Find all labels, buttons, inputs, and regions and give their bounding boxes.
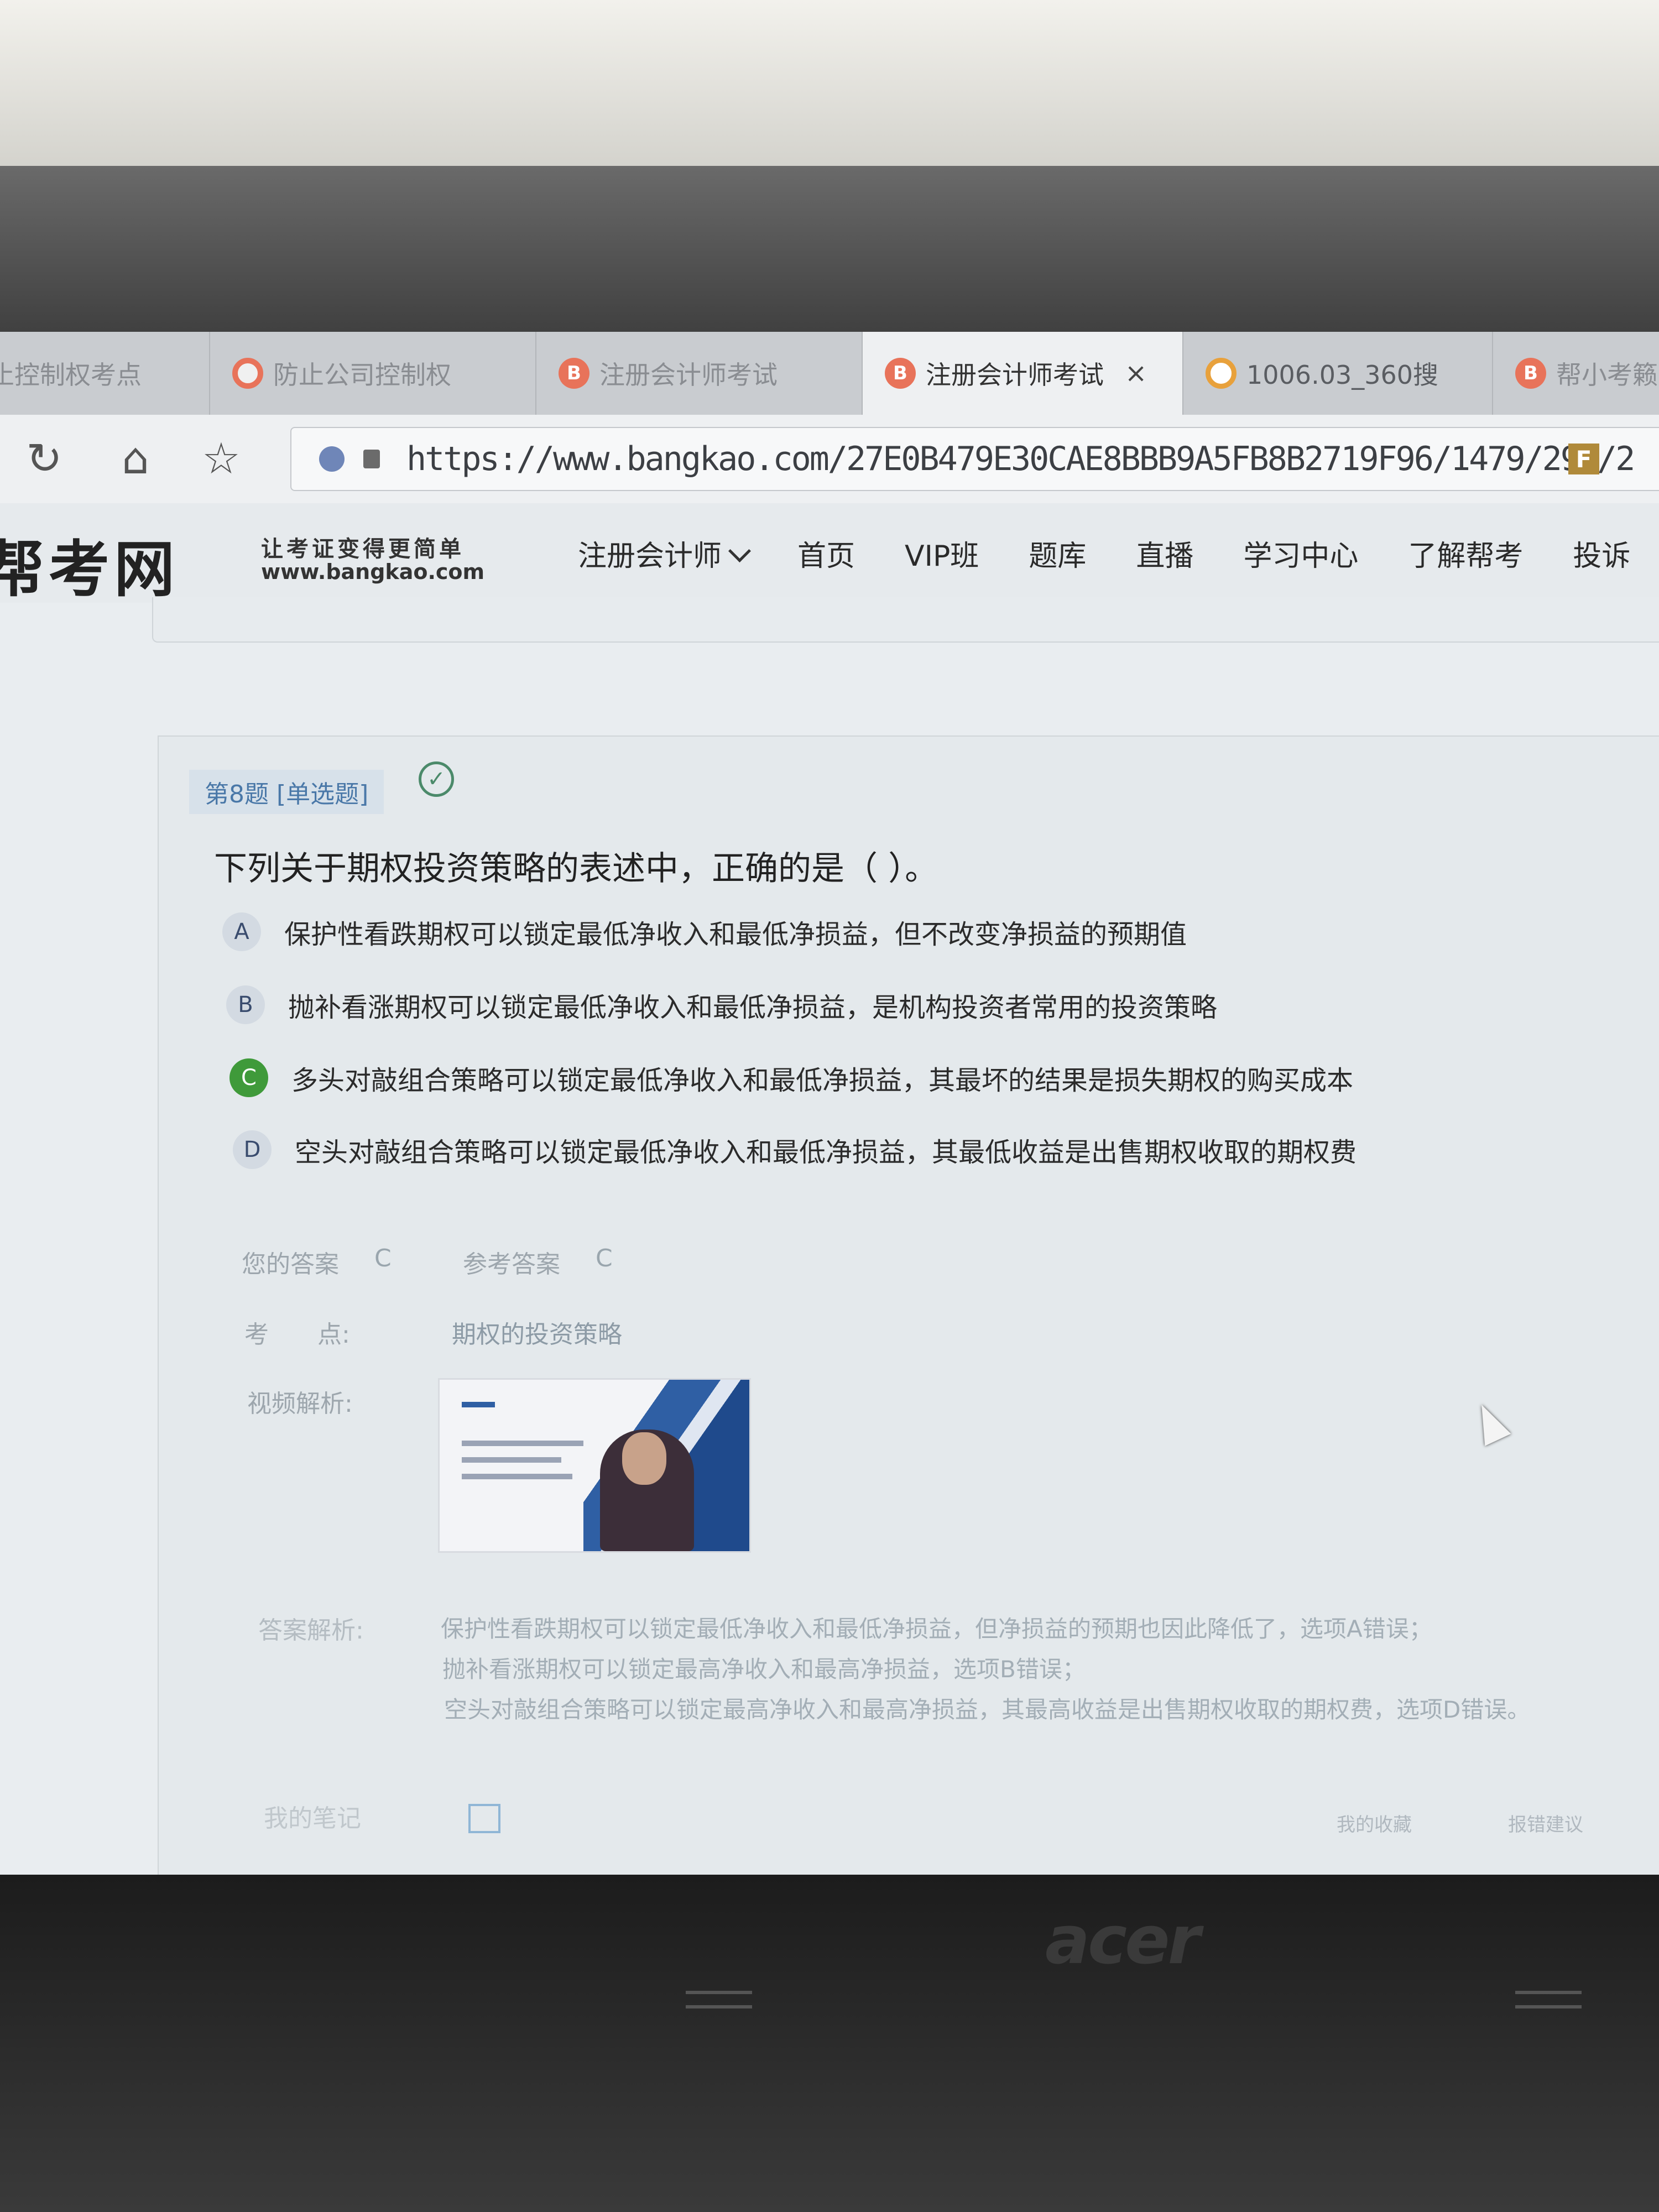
tab-label: 防止公司控制权 <box>273 360 451 390</box>
option-text: 抛补看涨期权可以锁定最低净收入和最低净损益，是机构投资者常用的投资策略 <box>288 992 1218 1023</box>
search-icon <box>1206 358 1237 389</box>
nav-item-vip[interactable]: VIP班 <box>905 533 979 574</box>
question-tag: 第8题 [单选题] <box>189 770 384 814</box>
reload-icon[interactable]: ↻ <box>19 434 69 484</box>
check-circle-icon: ✓ <box>419 761 454 797</box>
analysis-line-2: 抛补看涨期权可以锁定最高净收入和最高净损益，选项B错误； <box>442 1656 1086 1683</box>
extension-icon[interactable]: F <box>1568 444 1599 474</box>
knowledge-point-link[interactable]: 期权的投资策略 <box>452 1314 622 1350</box>
analysis-line-3: 空头对敲组合策略可以锁定最高净收入和最高净损益，其最高收益是出售期权收取的期权费… <box>444 1696 1531 1723</box>
previous-question-panel <box>152 597 1659 643</box>
your-answer-value: C <box>374 1244 392 1272</box>
knowledge-point-label: 考 点: <box>244 1321 350 1349</box>
laptop-brand-logo: acer <box>1045 1902 1201 1979</box>
hinge <box>686 1991 752 2008</box>
option-b[interactable]: B 抛补看涨期权可以锁定最低净收入和最低净损益，是机构投资者常用的投资策略 <box>226 985 1217 1024</box>
option-letter: B <box>226 985 265 1024</box>
edit-note-icon[interactable] <box>468 1804 500 1833</box>
nav-item-home[interactable]: 首页 <box>797 533 855 574</box>
nav-item-about[interactable]: 了解帮考 <box>1408 533 1523 574</box>
close-icon[interactable]: × <box>1125 358 1147 389</box>
video-thumbnail[interactable] <box>438 1378 751 1553</box>
chevron-down-icon <box>728 539 752 562</box>
lock-icon <box>363 450 380 468</box>
option-d[interactable]: D 空头对敲组合策略可以锁定最低净收入和最低净损益，其最低收益是出售期权收取的期… <box>233 1130 1357 1169</box>
question-card: 第8题 [单选题] ✓ 下列关于期权投资策略的表述中，正确的是（ ）。 A 保护… <box>158 735 1659 1875</box>
option-letter: A <box>222 912 261 951</box>
laptop-screen: 止控制权考点 防止公司控制权 B 注册会计师考试 B 注册会计师考试 × 100… <box>0 332 1659 1875</box>
main-nav: 注册会计师 首页 VIP班 题库 直播 学习中心 了解帮考 投诉 <box>578 503 1659 603</box>
tab-label: 注册会计师考试 <box>599 360 778 390</box>
option-letter: D <box>233 1130 272 1169</box>
shield-icon <box>319 446 345 472</box>
site-domain: www.bangkao.com <box>261 560 485 584</box>
tab-label: 注册会计师考试 <box>926 360 1104 390</box>
question-stem: 下列关于期权投资策略的表述中，正确的是（ ）。 <box>214 849 938 888</box>
tab-label: 止控制权考点 <box>0 360 142 390</box>
option-text: 多头对敲组合策略可以锁定最低净收入和最低净损益，其最坏的结果是损失期权的购买成本 <box>291 1065 1354 1096</box>
bangkao-favicon-icon: B <box>885 358 916 389</box>
option-text: 保护性看跌期权可以锁定最低净收入和最低净损益，但不改变净损益的预期值 <box>284 919 1187 950</box>
tab-1[interactable]: 防止公司控制权 <box>210 332 536 415</box>
answer-analysis-label: 答案解析: <box>258 1616 364 1645</box>
browser-tab-strip: 止控制权考点 防止公司控制权 B 注册会计师考试 B 注册会计师考试 × 100… <box>0 332 1659 415</box>
address-bar[interactable]: https://www.bangkao.com/27E0B479E30CAE8B… <box>290 427 1659 491</box>
nav-item-live[interactable]: 直播 <box>1136 533 1193 574</box>
url-text: https://www.bangkao.com/27E0B479E30CAE8B… <box>406 440 1635 478</box>
favorite-link[interactable]: 我的收藏 <box>1337 1809 1412 1837</box>
report-error-link[interactable]: 报错建议 <box>1508 1809 1583 1837</box>
option-letter: C <box>229 1058 268 1097</box>
option-c[interactable]: C 多头对敲组合策略可以锁定最低净收入和最低净损益，其最坏的结果是损失期权的购买… <box>229 1058 1353 1097</box>
ref-answer-value: C <box>596 1244 613 1272</box>
laptop-top-bezel <box>0 166 1659 463</box>
bookmark-star-icon[interactable]: ☆ <box>196 434 246 484</box>
my-notes-label: 我的笔记 <box>264 1804 361 1833</box>
tab-3-active[interactable]: B 注册会计师考试 × <box>863 332 1183 415</box>
nav-item-complaint[interactable]: 投诉 <box>1573 533 1630 574</box>
home-icon[interactable]: ⌂ <box>111 434 160 484</box>
bangkao-favicon-icon: B <box>559 358 589 389</box>
tab-5[interactable]: B 帮小考籁 <box>1493 332 1659 415</box>
ref-answer-label: 参考答案 <box>463 1250 560 1279</box>
option-text: 空头对敲组合策略可以锁定最低净收入和最低净损益，其最低收益是出售期权收取的期权费 <box>295 1137 1357 1168</box>
site-header: 帮考网 让考证变得更简单 www.bangkao.com 注册会计师 首页 VI… <box>0 503 1659 605</box>
hinge <box>1515 1991 1582 2008</box>
tab-0[interactable]: 止控制权考点 <box>0 332 210 415</box>
tab-label: 帮小考籁 <box>1556 360 1658 390</box>
video-analysis-label: 视频解析: <box>247 1390 353 1418</box>
your-answer-label: 您的答案 <box>242 1250 339 1279</box>
nav-item-cpa[interactable]: 注册会计师 <box>578 533 752 574</box>
tab-4[interactable]: 1006.03_360搜 <box>1183 332 1493 415</box>
nav-item-study-center[interactable]: 学习中心 <box>1243 533 1358 574</box>
bangkao-favicon-icon: B <box>1515 358 1546 389</box>
option-a[interactable]: A 保护性看跌期权可以锁定最低净收入和最低净损益，但不改变净损益的预期值 <box>222 912 1187 951</box>
site-logo[interactable]: 帮考网 <box>0 520 179 608</box>
browser-toolbar: ↻ ⌂ ☆ https://www.bangkao.com/27E0B479E3… <box>0 415 1659 504</box>
ring-icon <box>232 358 263 389</box>
tab-2[interactable]: B 注册会计师考试 <box>536 332 863 415</box>
analysis-line-1: 保护性看跌期权可以锁定最低净收入和最低净损益，但净损益的预期也因此降低了，选项A… <box>441 1615 1432 1642</box>
nav-item-question-bank[interactable]: 题库 <box>1029 533 1086 574</box>
site-slogan: 让考证变得更简单 <box>261 536 465 562</box>
laptop-bottom-bezel <box>0 1875 1659 2212</box>
tab-label: 1006.03_360搜 <box>1246 360 1439 390</box>
background-wall <box>0 0 1659 166</box>
